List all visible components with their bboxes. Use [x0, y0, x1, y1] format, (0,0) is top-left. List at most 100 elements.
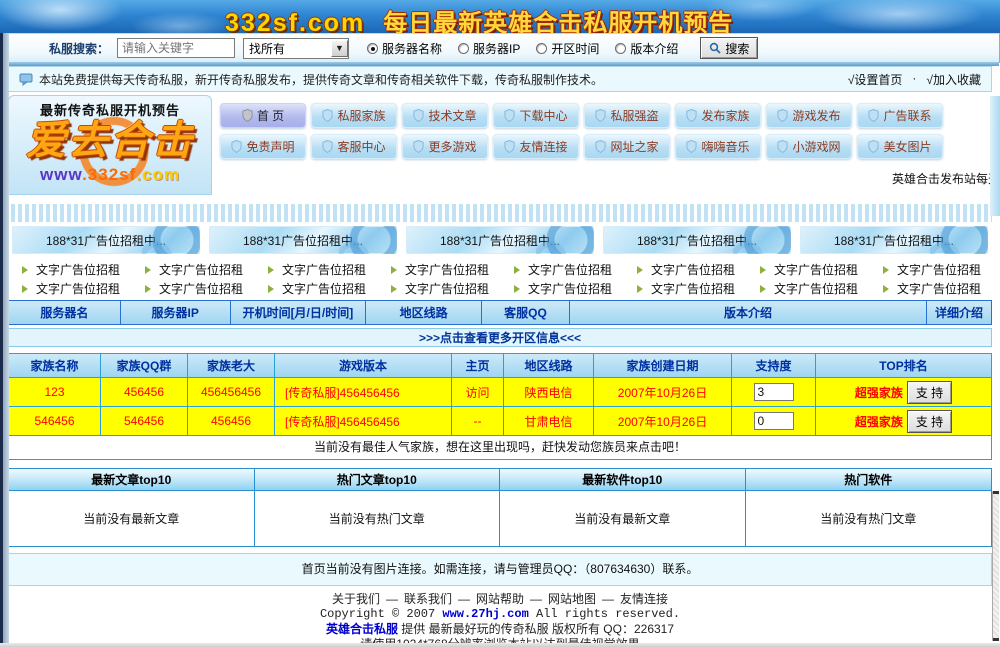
nav-button-1[interactable]: 私服家族 — [311, 103, 397, 128]
search-button[interactable]: 搜索 — [700, 37, 758, 59]
search-button-label: 搜索 — [725, 40, 749, 57]
support-count-input[interactable] — [754, 383, 794, 401]
nav-button-6[interactable]: 游戏发布 — [766, 103, 852, 128]
nav-button-8[interactable]: 免责声明 — [220, 134, 306, 159]
banner-ad-4[interactable]: 188*31广告位招租中... — [800, 226, 988, 254]
text-ad-link[interactable]: 文字广告位招租 — [869, 261, 992, 278]
footer-link-separator: — — [602, 592, 614, 606]
footer-link-separator: — — [530, 592, 542, 606]
footer-link-2[interactable]: 网站帮助 — [476, 592, 524, 606]
search-radio-group: 服务器名称服务器IP 开区时间版本介绍 — [367, 40, 678, 57]
text-ad-link[interactable]: 文字广告位招租 — [377, 280, 500, 297]
family-cell-created: 2007年10月26日 — [594, 406, 732, 435]
brand-link[interactable]: 英雄合击私服 — [326, 622, 398, 636]
banner-ad-label: 188*31广告位招租中... — [440, 232, 560, 249]
logo-url-com: .com — [136, 165, 180, 184]
nav-button-9[interactable]: 客服中心 — [311, 134, 397, 159]
shield-icon — [868, 109, 879, 122]
radio-icon[interactable] — [367, 43, 378, 54]
nav-button-15[interactable]: 美女图片 — [857, 134, 943, 159]
family-cell-name: 546456 — [9, 406, 101, 435]
vertical-scrollbar[interactable] — [992, 491, 999, 641]
nav-button-14[interactable]: 小游戏网 — [766, 134, 852, 159]
text-ad-link[interactable]: 文字广告位招租 — [131, 280, 254, 297]
nav-button-4[interactable]: 私服强盗 — [584, 103, 670, 128]
text-ad-link[interactable]: 文字广告位招租 — [131, 261, 254, 278]
family-table-header: 家族名称家族QQ群家族老大游戏版本主页地区线路家族创建日期支持度TOP排名 — [9, 354, 991, 377]
text-ad-label: 文字广告位招租 — [528, 261, 612, 278]
footer-link-1[interactable]: 联系我们 — [404, 592, 452, 606]
family-cell-support — [732, 377, 816, 406]
banner-ads-row: 188*31广告位招租中... 188*31广告位招租中... 188*31广告位招… — [12, 226, 992, 254]
banner-ad-1[interactable]: 188*31广告位招租中... — [209, 226, 397, 254]
text-ad-link[interactable]: 文字广告位招租 — [254, 261, 377, 278]
family-col-header-4: 主页 — [452, 354, 504, 377]
nav-button-label: 免责声明 — [246, 138, 294, 155]
nav-button-10[interactable]: 更多游戏 — [402, 134, 488, 159]
shield-icon — [777, 140, 788, 153]
marquee-text: 英雄合击发布站每天 — [892, 170, 992, 187]
shield-icon — [504, 109, 515, 122]
text-ad-link[interactable]: 文字广告位招租 — [746, 280, 869, 297]
nav-button-2[interactable]: 技术文章 — [402, 103, 488, 128]
banner-ad-2[interactable]: 188*31广告位招租中... — [406, 226, 594, 254]
text-ad-link[interactable]: 文字广告位招租 — [8, 261, 131, 278]
text-ad-link[interactable]: 文字广告位招租 — [377, 261, 500, 278]
footer-link-3[interactable]: 网站地图 — [548, 592, 596, 606]
text-ad-link[interactable]: 文字广告位招租 — [869, 280, 992, 297]
nav-button-3[interactable]: 下载中心 — [493, 103, 579, 128]
family-cell-home: -- — [452, 406, 504, 435]
support-button[interactable]: 支 持 — [907, 410, 952, 433]
bottom-list-3: 热门软件当前没有热门文章 — [746, 469, 992, 546]
server-col-header-3: 地区线路 — [366, 301, 482, 324]
radio-option-3[interactable]: 版本介绍 — [615, 40, 678, 57]
set-homepage-link[interactable]: √设置首页 — [848, 71, 903, 88]
banner-ad-3[interactable]: 188*31广告位招租中... — [603, 226, 791, 254]
radio-icon[interactable] — [458, 43, 469, 54]
footer-links: 关于我们—联系我们—网站帮助—网站地图—友情连接 — [0, 592, 1000, 606]
speech-bubble-icon — [19, 73, 33, 86]
text-ad-link[interactable]: 文字广告位招租 — [500, 261, 623, 278]
nav-button-7[interactable]: 广告联系 — [857, 103, 943, 128]
chevron-down-icon[interactable]: ▼ — [331, 40, 348, 57]
shield-icon — [413, 109, 424, 122]
text-ad-link[interactable]: 文字广告位招租 — [746, 261, 869, 278]
search-input[interactable] — [117, 38, 235, 58]
nav-button-5[interactable]: 发布家族 — [675, 103, 761, 128]
logo-panel[interactable]: 最新传奇私服开机预告 爱去合击 www.332sf.com — [8, 95, 212, 195]
nav-button-11[interactable]: 友情连接 — [493, 134, 579, 159]
radio-icon[interactable] — [536, 43, 547, 54]
text-ad-link[interactable]: 文字广告位招租 — [8, 280, 131, 297]
green-triangle-icon — [883, 285, 889, 293]
banner-ad-0[interactable]: 188*31广告位招租中... — [12, 226, 200, 254]
nav-button-label: 网址之家 — [610, 138, 658, 155]
text-ad-label: 文字广告位招租 — [159, 261, 243, 278]
text-ad-link[interactable]: 文字广告位招租 — [500, 280, 623, 297]
more-open-info-bar[interactable]: >>>点击查看更多开区信息<<< — [8, 328, 992, 347]
nav-button-13[interactable]: 嗨嗨音乐 — [675, 134, 761, 159]
text-ad-label: 文字广告位招租 — [651, 261, 735, 278]
add-favorite-link[interactable]: √加入收藏 — [926, 71, 981, 88]
nav-button-12[interactable]: 网址之家 — [584, 134, 670, 159]
server-col-header-1: 服务器IP — [121, 301, 231, 324]
radio-option-2[interactable]: 开区时间 — [536, 40, 599, 57]
footer-link-4[interactable]: 友情连接 — [620, 592, 668, 606]
shield-icon — [242, 109, 253, 122]
nav-grid: 首 页私服家族技术文章下载中心私服强盗发布家族游戏发布广告联系免责声明客服中心更… — [220, 103, 948, 159]
search-category-select[interactable]: 找所有 ▼ — [243, 38, 349, 59]
radio-icon[interactable] — [615, 43, 626, 54]
text-ad-link[interactable]: 文字广告位招租 — [254, 280, 377, 297]
radio-option-1[interactable]: 服务器IP — [458, 40, 520, 57]
copyright-site-link[interactable]: www.27hj.com — [442, 607, 528, 621]
support-count-input[interactable] — [754, 412, 794, 430]
nav-button-0[interactable]: 首 页 — [220, 103, 306, 128]
server-col-header-0: 服务器名 — [9, 301, 121, 324]
shield-icon — [686, 140, 697, 153]
footer-link-0[interactable]: 关于我们 — [332, 592, 380, 606]
family-cell-home[interactable]: 访问 — [452, 377, 504, 406]
server-col-header-5: 版本介绍 — [570, 301, 927, 324]
support-button[interactable]: 支 持 — [907, 381, 952, 404]
text-ad-link[interactable]: 文字广告位招租 — [623, 280, 746, 297]
text-ad-link[interactable]: 文字广告位招租 — [623, 261, 746, 278]
radio-option-0[interactable]: 服务器名称 — [367, 40, 442, 57]
